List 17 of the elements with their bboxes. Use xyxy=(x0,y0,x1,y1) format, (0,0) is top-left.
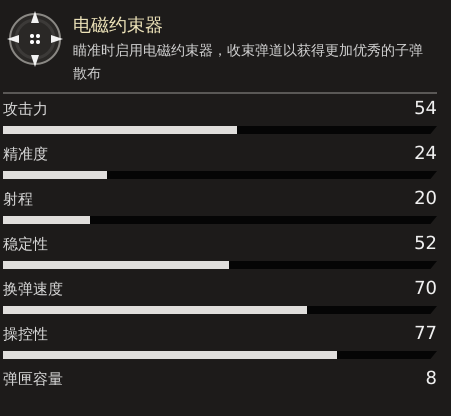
stat-label: 弹匣容量 xyxy=(3,369,63,390)
stat-label: 攻击力 xyxy=(3,99,48,120)
stat-value: 52 xyxy=(414,233,437,255)
stat-label: 稳定性 xyxy=(3,234,48,255)
stat-value: 54 xyxy=(414,98,437,120)
stat-value: 8 xyxy=(426,368,437,390)
mod-description: 瞄准时启用电磁约束器，收束弹道以获得更加优秀的子弹散布 xyxy=(73,42,424,84)
stat-label: 操控性 xyxy=(3,324,48,345)
stat-value: 70 xyxy=(414,278,437,300)
stat-value: 20 xyxy=(414,188,437,210)
stat-value: 77 xyxy=(414,323,437,345)
stat-label: 射程 xyxy=(3,189,33,210)
stat-label: 换弹速度 xyxy=(3,279,63,300)
crosshair-icon xyxy=(5,9,65,69)
stat-value: 24 xyxy=(414,143,437,165)
mod-title: 电磁约束器 xyxy=(73,14,164,38)
stat-label: 精准度 xyxy=(3,144,48,165)
